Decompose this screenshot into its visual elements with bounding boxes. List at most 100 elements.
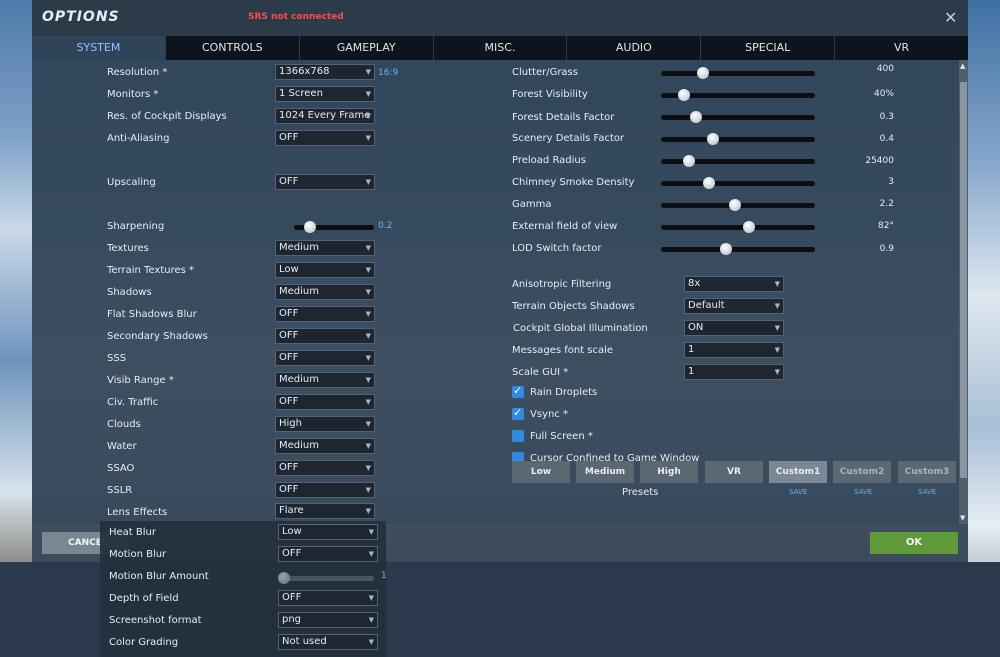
sss-dropdown[interactable]: OFF ▼ [275, 350, 375, 366]
chevron-down-icon: ▼ [774, 346, 780, 354]
slider-knob[interactable] [678, 89, 691, 101]
tab-vr[interactable]: VR [835, 36, 968, 60]
shadows-dropdown[interactable]: Medium ▼ [275, 284, 375, 300]
color-grading-dropdown[interactable]: Not used ▼ [278, 634, 378, 650]
chevron-down-icon: ▼ [365, 134, 371, 142]
slider-track [661, 247, 815, 252]
tab-gameplay[interactable]: GAMEPLAY [300, 36, 434, 60]
screenshot-format-dropdown[interactable]: png ▼ [278, 612, 378, 628]
external-fov-label: External field of view [512, 221, 618, 232]
cockpit-gi-dropdown[interactable]: ON ▼ [684, 320, 784, 336]
vsync-checkbox[interactable] [512, 406, 524, 420]
forest-visibility-slider[interactable] [661, 88, 815, 102]
ssao-dropdown[interactable]: OFF ▼ [275, 460, 375, 476]
color-grading-value: Not used [282, 636, 327, 647]
depth-of-field-dropdown[interactable]: OFF ▼ [278, 590, 378, 606]
ok-button[interactable]: OK [870, 532, 958, 554]
preset-high-button[interactable]: High [640, 461, 698, 483]
chimney-smoke-slider[interactable] [661, 176, 815, 190]
slider-knob[interactable] [728, 199, 741, 211]
preset-custom3-button[interactable]: Custom3 [898, 461, 956, 483]
chevron-down-icon: ▼ [774, 324, 780, 332]
tab-audio[interactable]: AUDIO [567, 36, 702, 60]
external-fov-value: 82° [878, 221, 894, 231]
sslr-dropdown[interactable]: OFF ▼ [275, 482, 375, 498]
anti-aliasing-dropdown[interactable]: OFF ▼ [275, 130, 375, 146]
tab-misc[interactable]: MISC. [434, 36, 568, 60]
civ-traffic-dropdown[interactable]: OFF ▼ [275, 394, 375, 410]
resolution-dropdown[interactable]: 1366x768 ▼ [275, 64, 375, 80]
preset-vr-button[interactable]: VR [705, 461, 763, 483]
scrollbar-thumb[interactable] [960, 82, 967, 478]
slider-knob[interactable] [304, 221, 316, 233]
chevron-down-icon: ▼ [365, 288, 371, 296]
full-screen-checkbox[interactable] [512, 430, 524, 442]
messages-font-scale-dropdown[interactable]: 1 ▼ [684, 342, 784, 358]
sharpening-slider[interactable] [294, 220, 374, 234]
textures-dropdown[interactable]: Medium ▼ [275, 240, 375, 256]
motion-blur-amount-slider[interactable] [278, 571, 374, 585]
slider-knob[interactable] [719, 243, 732, 255]
rain-droplets-label: Rain Droplets [530, 387, 598, 398]
save-custom2-link[interactable]: SAVE [854, 488, 872, 496]
slider-knob[interactable] [702, 177, 715, 189]
slider-knob[interactable] [278, 572, 290, 584]
water-value: Medium [279, 440, 319, 451]
clutter-grass-slider[interactable] [661, 66, 815, 80]
motion-blur-amount-value: 1 [381, 571, 387, 581]
terrain-objects-shadows-dropdown[interactable]: Default ▼ [684, 298, 784, 314]
terrain-textures-dropdown[interactable]: Low ▼ [275, 262, 375, 278]
cockpit-gi-value: ON [688, 322, 704, 333]
slider-knob[interactable] [696, 67, 709, 79]
lod-switch-label: LOD Switch factor [512, 243, 602, 254]
save-custom3-link[interactable]: SAVE [918, 488, 936, 496]
motion-blur-value: OFF [282, 548, 302, 559]
ssao-value: OFF [279, 462, 299, 473]
tab-special[interactable]: SPECIAL [701, 36, 836, 60]
anisotropic-dropdown[interactable]: 8x ▼ [684, 276, 784, 292]
chevron-down-icon: ▼ [365, 244, 371, 252]
slider-knob[interactable] [682, 155, 695, 167]
scenery-details-slider[interactable] [661, 132, 815, 146]
clouds-dropdown[interactable]: High ▼ [275, 416, 375, 432]
lod-switch-slider[interactable] [661, 242, 815, 256]
scroll-up-icon[interactable]: ▲ [960, 62, 965, 70]
tab-system[interactable]: SYSTEM [32, 36, 166, 60]
slider-knob[interactable] [742, 221, 755, 233]
scale-gui-dropdown[interactable]: 1 ▼ [684, 364, 784, 380]
visib-range-dropdown[interactable]: Medium ▼ [275, 372, 375, 388]
preset-medium-button[interactable]: Medium [576, 461, 634, 483]
lens-effects-dropdown[interactable]: Flare ▼ [275, 503, 375, 519]
flat-shadows-blur-label: Flat Shadows Blur [107, 309, 197, 320]
scroll-down-icon[interactable]: ▼ [960, 514, 965, 522]
background-landscape-left [0, 0, 32, 657]
water-dropdown[interactable]: Medium ▼ [275, 438, 375, 454]
external-fov-slider[interactable] [661, 220, 815, 234]
preload-radius-slider[interactable] [661, 154, 815, 168]
save-custom1-link[interactable]: SAVE [789, 488, 807, 496]
preset-low-button[interactable]: Low [512, 461, 570, 483]
scrollbar[interactable]: ▲ ▼ [959, 60, 968, 524]
gamma-slider[interactable] [661, 198, 815, 212]
tab-controls[interactable]: CONTROLS [166, 36, 300, 60]
slider-knob[interactable] [707, 133, 720, 145]
upscaling-dropdown[interactable]: OFF ▼ [275, 174, 375, 190]
chevron-down-icon: ▼ [774, 280, 780, 288]
slider-knob[interactable] [690, 111, 703, 123]
chevron-down-icon: ▼ [365, 420, 371, 428]
cockpit-displays-dropdown[interactable]: 1024 Every Frame ▼ [275, 108, 375, 124]
rain-droplets-checkbox[interactable] [512, 384, 524, 398]
monitors-dropdown[interactable]: 1 Screen ▼ [275, 86, 375, 102]
preload-radius-value: 25400 [865, 156, 894, 166]
forest-details-slider[interactable] [661, 110, 815, 124]
gamma-value: 2.2 [879, 199, 894, 209]
preset-custom1-button[interactable]: Custom1 [769, 461, 827, 483]
chevron-down-icon: ▼ [774, 302, 780, 310]
chevron-down-icon: ▼ [365, 112, 371, 120]
close-icon[interactable]: ✕ [944, 8, 957, 27]
flat-shadows-blur-dropdown[interactable]: OFF ▼ [275, 306, 375, 322]
motion-blur-dropdown[interactable]: OFF ▼ [278, 546, 378, 562]
heat-blur-dropdown[interactable]: Low ▼ [278, 524, 378, 540]
preset-custom2-button[interactable]: Custom2 [833, 461, 891, 483]
secondary-shadows-dropdown[interactable]: OFF ▼ [275, 328, 375, 344]
